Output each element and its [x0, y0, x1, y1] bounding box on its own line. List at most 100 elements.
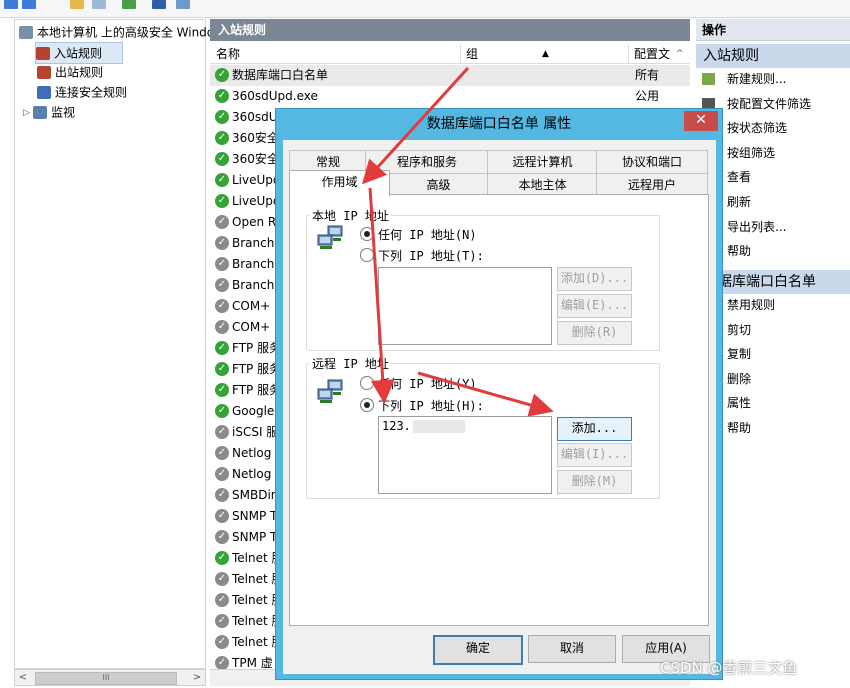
rule-name: LiveUpd	[232, 194, 281, 208]
rule-name: Open R	[232, 215, 277, 229]
local-any-ip-label[interactable]: 任何 IP 地址(N)	[378, 226, 477, 243]
column-profile[interactable]: 配置文	[634, 44, 670, 64]
local-these-ip-label[interactable]: 下列 IP 地址(T):	[378, 247, 484, 264]
close-button[interactable]: ✕	[684, 111, 718, 131]
local-add-button[interactable]: 添加(D)...	[557, 267, 632, 291]
action-label: 禁用规则	[727, 298, 776, 312]
remote-these-ip-radio[interactable]	[360, 398, 374, 412]
rule-enabled-icon: ✓	[215, 194, 229, 208]
console-icon[interactable]	[152, 0, 166, 9]
rule-disabled-icon: ✓	[215, 614, 229, 628]
help-icon[interactable]	[122, 0, 136, 9]
tree-root[interactable]: 本地计算机 上的高级安全 Windows	[19, 22, 230, 42]
tab-scope[interactable]: 作用域	[289, 170, 390, 196]
scroll-left-icon[interactable]: <	[15, 670, 31, 685]
rule-enabled-icon: ✓	[215, 110, 229, 124]
remote-ip-legend: 远程 IP 地址	[310, 355, 391, 372]
rule-disabled-icon: ✓	[215, 257, 229, 271]
rule-enabled-icon: ✓	[215, 383, 229, 397]
rule-enabled-icon: ✓	[215, 89, 229, 103]
rule-profile: 所有	[635, 68, 660, 82]
action-label: 刷新	[727, 195, 752, 209]
tree-item-inbound-rules[interactable]: 入站规则	[35, 42, 123, 64]
properties-icon[interactable]	[92, 0, 106, 9]
remote-ip-entry[interactable]: 123.	[382, 419, 411, 433]
remote-these-ip-label[interactable]: 下列 IP 地址(H):	[378, 397, 484, 414]
rule-name: FTP 服务	[232, 362, 282, 376]
rule-row[interactable]: ✓ 数据库端口白名单 所有	[210, 65, 690, 86]
local-ip-listbox[interactable]	[378, 267, 552, 345]
rule-name: LiveUpd	[232, 173, 281, 187]
rule-name: COM+	[232, 299, 271, 313]
action-item-0[interactable]: 新建规则...	[696, 68, 850, 90]
tree-item-connection-security[interactable]: 连接安全规则	[37, 82, 127, 102]
cancel-button[interactable]: 取消	[528, 635, 616, 663]
navigation-tree: 本地计算机 上的高级安全 Windows 入站规则 出站规则 连接安全规则 ▷ 监…	[14, 19, 230, 669]
rule-name: 数据库端口白名单	[232, 68, 329, 82]
column-name[interactable]: 名称	[216, 44, 240, 64]
rule-disabled-icon: ✓	[215, 656, 229, 670]
local-these-ip-radio[interactable]	[360, 248, 374, 262]
action-label: 属性	[727, 396, 752, 411]
rule-disabled-icon: ✓	[215, 572, 229, 586]
rule-enabled-icon: ✓	[215, 341, 229, 355]
panel-title: 入站规则	[210, 19, 690, 41]
rule-disabled-icon: ✓	[215, 215, 229, 229]
tree-horizontal-scrollbar[interactable]: < III >	[14, 669, 206, 686]
local-edit-button[interactable]: 编辑(E)...	[557, 294, 632, 318]
show-hide-icon[interactable]	[176, 0, 190, 9]
rule-name: Google	[232, 404, 275, 418]
scroll-right-icon[interactable]: >	[189, 670, 205, 685]
actions-section-inbound[interactable]: 入站规则	[696, 44, 850, 68]
remote-add-button[interactable]: 添加...	[557, 417, 632, 441]
scope-tab-page: 本地 IP 地址 任何 IP 地址(N) 下列 IP 地址(T): 添加(D).…	[289, 194, 709, 626]
tree-item-monitoring[interactable]: ▷ 监视	[23, 102, 75, 122]
rule-disabled-icon: ✓	[215, 446, 229, 460]
rule-name: 360安全	[232, 131, 279, 145]
remote-edit-button[interactable]: 编辑(I)...	[557, 443, 632, 467]
watermark: CSDN @香煎三文鱼	[660, 659, 798, 677]
expand-icon[interactable]: ▷	[23, 103, 33, 123]
action-label: 导出列表...	[727, 219, 787, 234]
rule-enabled-icon: ✓	[215, 68, 229, 82]
tab-remote-computers[interactable]: 远程计算机	[487, 150, 598, 173]
rule-enabled-icon: ✓	[215, 152, 229, 166]
local-remove-button[interactable]: 删除(R)	[557, 321, 632, 345]
tree-item-outbound-rules[interactable]: 出站规则	[37, 62, 103, 82]
ok-button[interactable]: 确定	[433, 635, 523, 665]
column-group[interactable]: 组	[466, 44, 478, 64]
rule-name: 360sdUpd.exe	[232, 89, 318, 103]
rule-name: SMBDir	[232, 488, 276, 502]
rule-disabled-icon: ✓	[215, 635, 229, 649]
rule-disabled-icon: ✓	[215, 509, 229, 523]
rule-disabled-icon: ✓	[215, 593, 229, 607]
action-label: 按配置文件筛选	[727, 96, 812, 111]
rule-profile: 公用	[635, 89, 660, 103]
folder-icon[interactable]	[70, 0, 84, 9]
scroll-thumb[interactable]: III	[35, 672, 177, 685]
tab-remote-users[interactable]: 远程用户	[596, 173, 708, 196]
rule-name: FTP 服务	[232, 341, 282, 355]
rule-enabled-icon: ✓	[215, 404, 229, 418]
action-label: 新建规则...	[727, 72, 787, 86]
action-label: 查看	[727, 170, 752, 185]
rule-disabled-icon: ✓	[215, 530, 229, 544]
forward-icon[interactable]	[22, 0, 36, 9]
tab-advanced[interactable]: 高级	[388, 173, 489, 196]
rule-row[interactable]: ✓ 360sdUpd.exe 公用	[210, 86, 690, 107]
rule-disabled-icon: ✓	[215, 320, 229, 334]
remote-any-ip-radio[interactable]	[360, 376, 374, 390]
redacted-ip-blur	[413, 420, 465, 433]
rule-disabled-icon: ✓	[215, 488, 229, 502]
action-label: 帮助	[727, 244, 752, 259]
local-any-ip-radio[interactable]	[360, 227, 374, 241]
rule-name: FTP 服务	[232, 383, 282, 397]
back-icon[interactable]	[4, 0, 18, 9]
tab-protocols-ports[interactable]: 协议和端口	[596, 150, 708, 173]
rule-name: Netlog	[232, 446, 272, 460]
remote-remove-button[interactable]: 删除(M)	[557, 470, 632, 494]
remote-any-ip-label[interactable]: 任何 IP 地址(Y)	[378, 375, 477, 392]
remote-ip-listbox[interactable]: 123.	[378, 416, 552, 494]
tab-local-principals[interactable]: 本地主体	[487, 173, 598, 196]
scroll-up-icon[interactable]: ^	[676, 44, 684, 64]
